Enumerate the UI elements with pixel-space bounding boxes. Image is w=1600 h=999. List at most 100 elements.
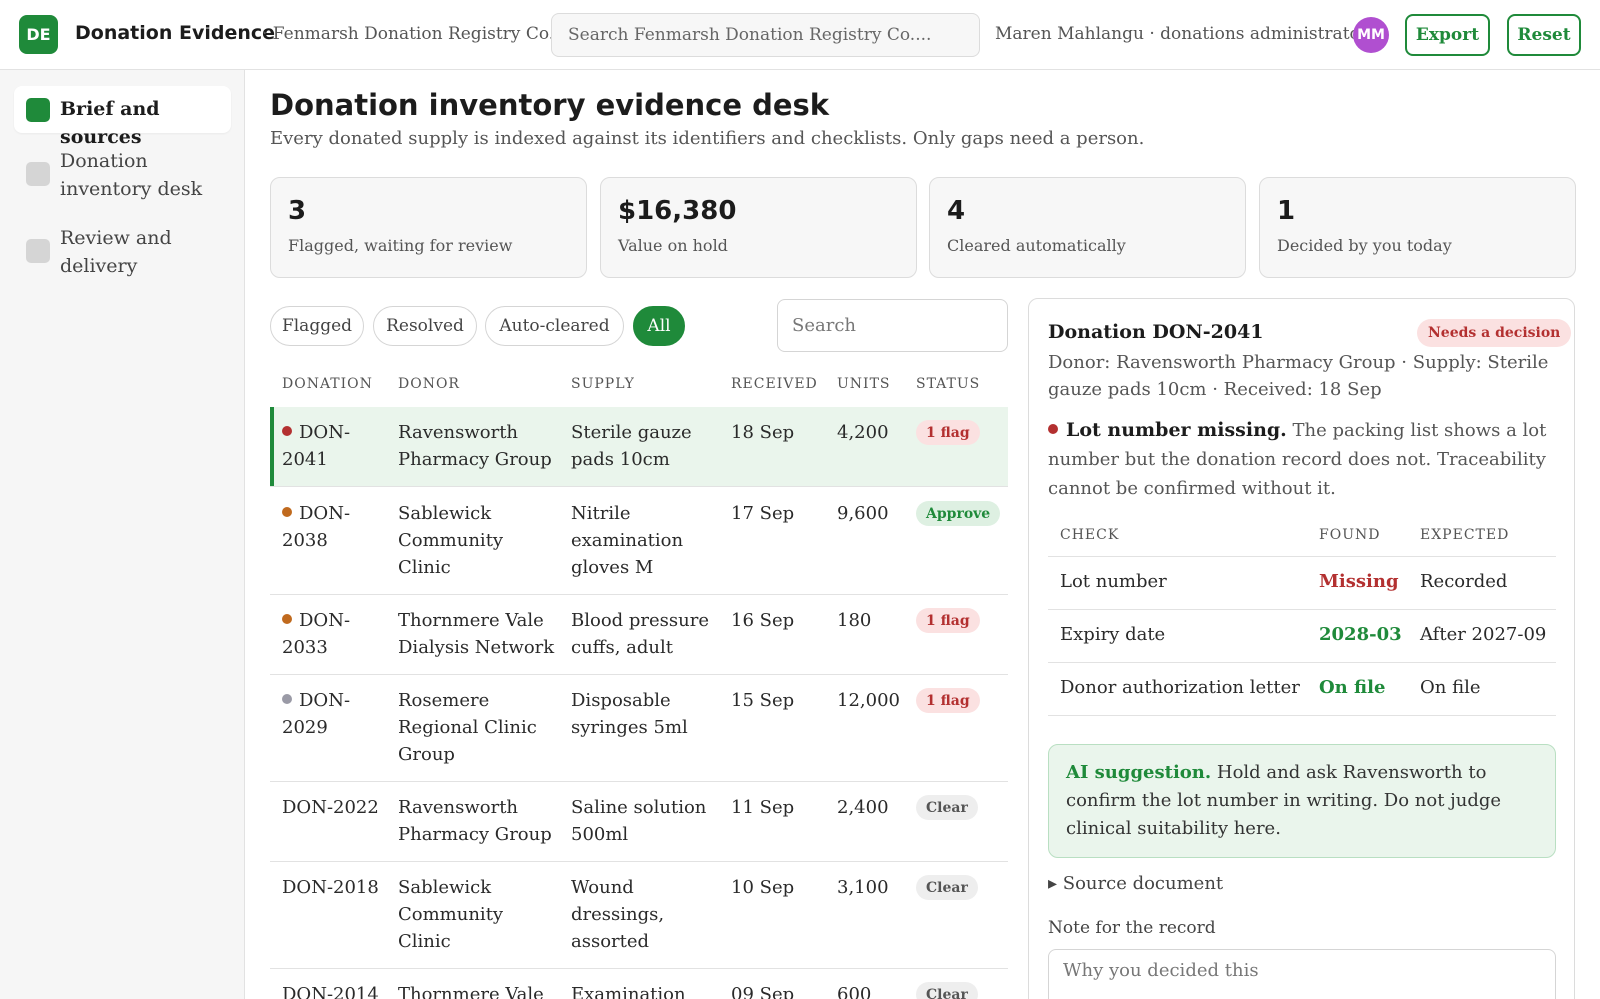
check-expected: Recorded bbox=[1420, 571, 1508, 592]
donor-name: Sablewick Community Clinic bbox=[398, 877, 504, 952]
status-badge: Clear bbox=[916, 982, 978, 999]
filter-resolved[interactable]: Resolved bbox=[373, 306, 477, 346]
app-logo: DE bbox=[19, 15, 58, 54]
status-badge: 1 flag bbox=[916, 420, 980, 445]
stat-label: Flagged, waiting for review bbox=[288, 236, 513, 255]
column-header-found: FOUND bbox=[1319, 527, 1381, 543]
check-row: Lot number Missing Recorded bbox=[1048, 557, 1556, 610]
donation-id: DON- 2029 bbox=[282, 690, 351, 738]
units-count: 12,000 bbox=[837, 690, 900, 711]
stat-card-cleared: 4 Cleared automatically bbox=[929, 177, 1246, 278]
column-header-received: RECEIVED bbox=[731, 376, 818, 392]
received-date: 15 Sep bbox=[731, 690, 795, 711]
approve-button[interactable]: Approve bbox=[916, 501, 1001, 526]
filter-all[interactable]: All bbox=[633, 306, 685, 346]
detail-title: Donation DON-2041 bbox=[1048, 321, 1264, 343]
table-row[interactable]: DON- 2033 Thornmere Vale Dialysis Network… bbox=[270, 595, 1008, 675]
current-user-label: Maren Mahlangu · donations administrator bbox=[995, 24, 1368, 44]
donation-id: DON- 2038 bbox=[282, 503, 351, 551]
status-dot-icon bbox=[282, 507, 292, 517]
stat-value: 4 bbox=[947, 196, 966, 226]
app-title: Donation Evidence bbox=[75, 22, 276, 44]
ai-suggestion-box: AI suggestion. Hold and ask Ravensworth … bbox=[1048, 744, 1556, 858]
check-name: Lot number bbox=[1060, 571, 1167, 592]
table-row[interactable]: DON- 2038 Sablewick Community Clinic Nitr… bbox=[270, 488, 1008, 595]
user-avatar[interactable]: MM bbox=[1353, 17, 1389, 53]
donor-name: Ravensworth Pharmacy Group bbox=[398, 422, 552, 470]
donor-name: Thornmere Vale Dialysis Network bbox=[398, 610, 555, 658]
table-row[interactable]: DON- 2041 Ravensworth Pharmacy Group Ster… bbox=[270, 407, 1008, 487]
donation-id: DON- 2033 bbox=[282, 610, 351, 658]
sidebar-item-donation-inventory-desk[interactable]: Donation inventory desk bbox=[14, 145, 231, 205]
check-expected: After 2027-09 bbox=[1420, 624, 1547, 645]
page-subtitle: Every donated supply is indexed against … bbox=[270, 128, 1145, 149]
top-bar: DE Donation Evidence · Fenmarsh Donation… bbox=[0, 0, 1600, 70]
export-button[interactable]: Export bbox=[1405, 14, 1490, 56]
stat-value: 3 bbox=[288, 196, 307, 226]
table-row[interactable]: DON- 2029 Rosemere Regional Clinic Group … bbox=[270, 675, 1008, 782]
issue-summary: Lot number missing. The packing list sho… bbox=[1048, 416, 1558, 503]
page-title: Donation inventory evidence desk bbox=[270, 88, 830, 122]
status-badge: 1 flag bbox=[916, 688, 980, 713]
step-status-icon bbox=[26, 162, 50, 186]
column-header-donor: DONOR bbox=[398, 376, 460, 392]
sidebar: Brief and sources Donation inventory des… bbox=[0, 70, 245, 999]
step-status-icon bbox=[26, 98, 50, 122]
donation-id: DON- 2041 bbox=[282, 422, 351, 470]
table-row[interactable]: DON-2018 Sablewick Community Clinic Woun… bbox=[270, 862, 1008, 969]
table-header: DONATION DONOR SUPPLY RECEIVED UNITS STA… bbox=[270, 372, 1008, 407]
filter-auto-cleared[interactable]: Auto-cleared bbox=[485, 306, 624, 346]
received-date: 09 Sep bbox=[731, 984, 795, 999]
supply-name: Wound dressings, assorted bbox=[571, 877, 665, 952]
units-count: 9,600 bbox=[837, 503, 889, 524]
ai-suggestion-label: AI suggestion. bbox=[1066, 762, 1212, 783]
supply-name: Disposable syringes 5ml bbox=[571, 690, 688, 738]
units-count: 4,200 bbox=[837, 422, 889, 443]
column-header-donation: DONATION bbox=[282, 376, 373, 392]
check-name: Expiry date bbox=[1060, 624, 1166, 645]
table-row[interactable]: DON-2014 Thornmere Vale Examination 09 S… bbox=[270, 969, 1008, 999]
supply-name: Examination bbox=[571, 984, 686, 999]
donation-detail-panel: Donation DON-2041 Needs a decision Donor… bbox=[1028, 298, 1575, 999]
stat-value: 1 bbox=[1277, 196, 1296, 226]
check-found: 2028-03 bbox=[1319, 624, 1402, 645]
check-found: Missing bbox=[1319, 571, 1399, 592]
column-header-check: CHECK bbox=[1060, 527, 1120, 543]
status-badge: 1 flag bbox=[916, 608, 980, 633]
sidebar-item-label: Donation inventory desk bbox=[60, 150, 203, 200]
sidebar-item-review-and-delivery[interactable]: Review and delivery bbox=[14, 222, 231, 282]
table-search-input[interactable] bbox=[777, 299, 1008, 352]
received-date: 16 Sep bbox=[731, 610, 795, 631]
global-search-input[interactable] bbox=[551, 13, 980, 57]
donor-name: Rosemere Regional Clinic Group bbox=[398, 690, 537, 765]
decision-status-badge: Needs a decision bbox=[1417, 319, 1572, 347]
donor-name: Thornmere Vale bbox=[398, 984, 544, 999]
received-date: 18 Sep bbox=[731, 422, 795, 443]
check-expected: On file bbox=[1420, 677, 1481, 698]
filter-flagged[interactable]: Flagged bbox=[270, 306, 364, 346]
stat-card-flagged: 3 Flagged, waiting for review bbox=[270, 177, 587, 278]
stat-value: $16,380 bbox=[618, 196, 737, 226]
issue-title: Lot number missing. bbox=[1066, 419, 1287, 441]
checks-header: CHECK FOUND EXPECTED bbox=[1048, 527, 1556, 557]
status-dot-icon bbox=[282, 614, 292, 624]
sidebar-item-label: Review and delivery bbox=[60, 227, 172, 277]
check-name: Donor authorization letter bbox=[1060, 677, 1300, 698]
reset-button[interactable]: Reset bbox=[1507, 14, 1581, 56]
units-count: 180 bbox=[837, 610, 872, 631]
units-count: 2,400 bbox=[837, 797, 889, 818]
units-count: 600 bbox=[837, 984, 872, 999]
check-row: Expiry date 2028-03 After 2027-09 bbox=[1048, 610, 1556, 663]
organization-name: · Fenmarsh Donation Registry Co. bbox=[262, 24, 555, 44]
stat-label: Decided by you today bbox=[1277, 236, 1452, 255]
donation-id: DON-2018 bbox=[282, 877, 379, 898]
supply-name: Saline solution 500ml bbox=[571, 797, 707, 845]
status-badge: Clear bbox=[916, 875, 978, 900]
source-document-toggle[interactable]: ▸ Source document bbox=[1048, 873, 1223, 894]
sidebar-item-brief-and-sources[interactable]: Brief and sources bbox=[14, 86, 231, 148]
note-input[interactable] bbox=[1048, 949, 1556, 999]
stat-card-value-on-hold: $16,380 Value on hold bbox=[600, 177, 917, 278]
table-row[interactable]: DON-2022 Ravensworth Pharmacy Group Sali… bbox=[270, 782, 1008, 862]
stat-label: Cleared automatically bbox=[947, 236, 1126, 255]
donation-id: DON-2022 bbox=[282, 797, 379, 818]
